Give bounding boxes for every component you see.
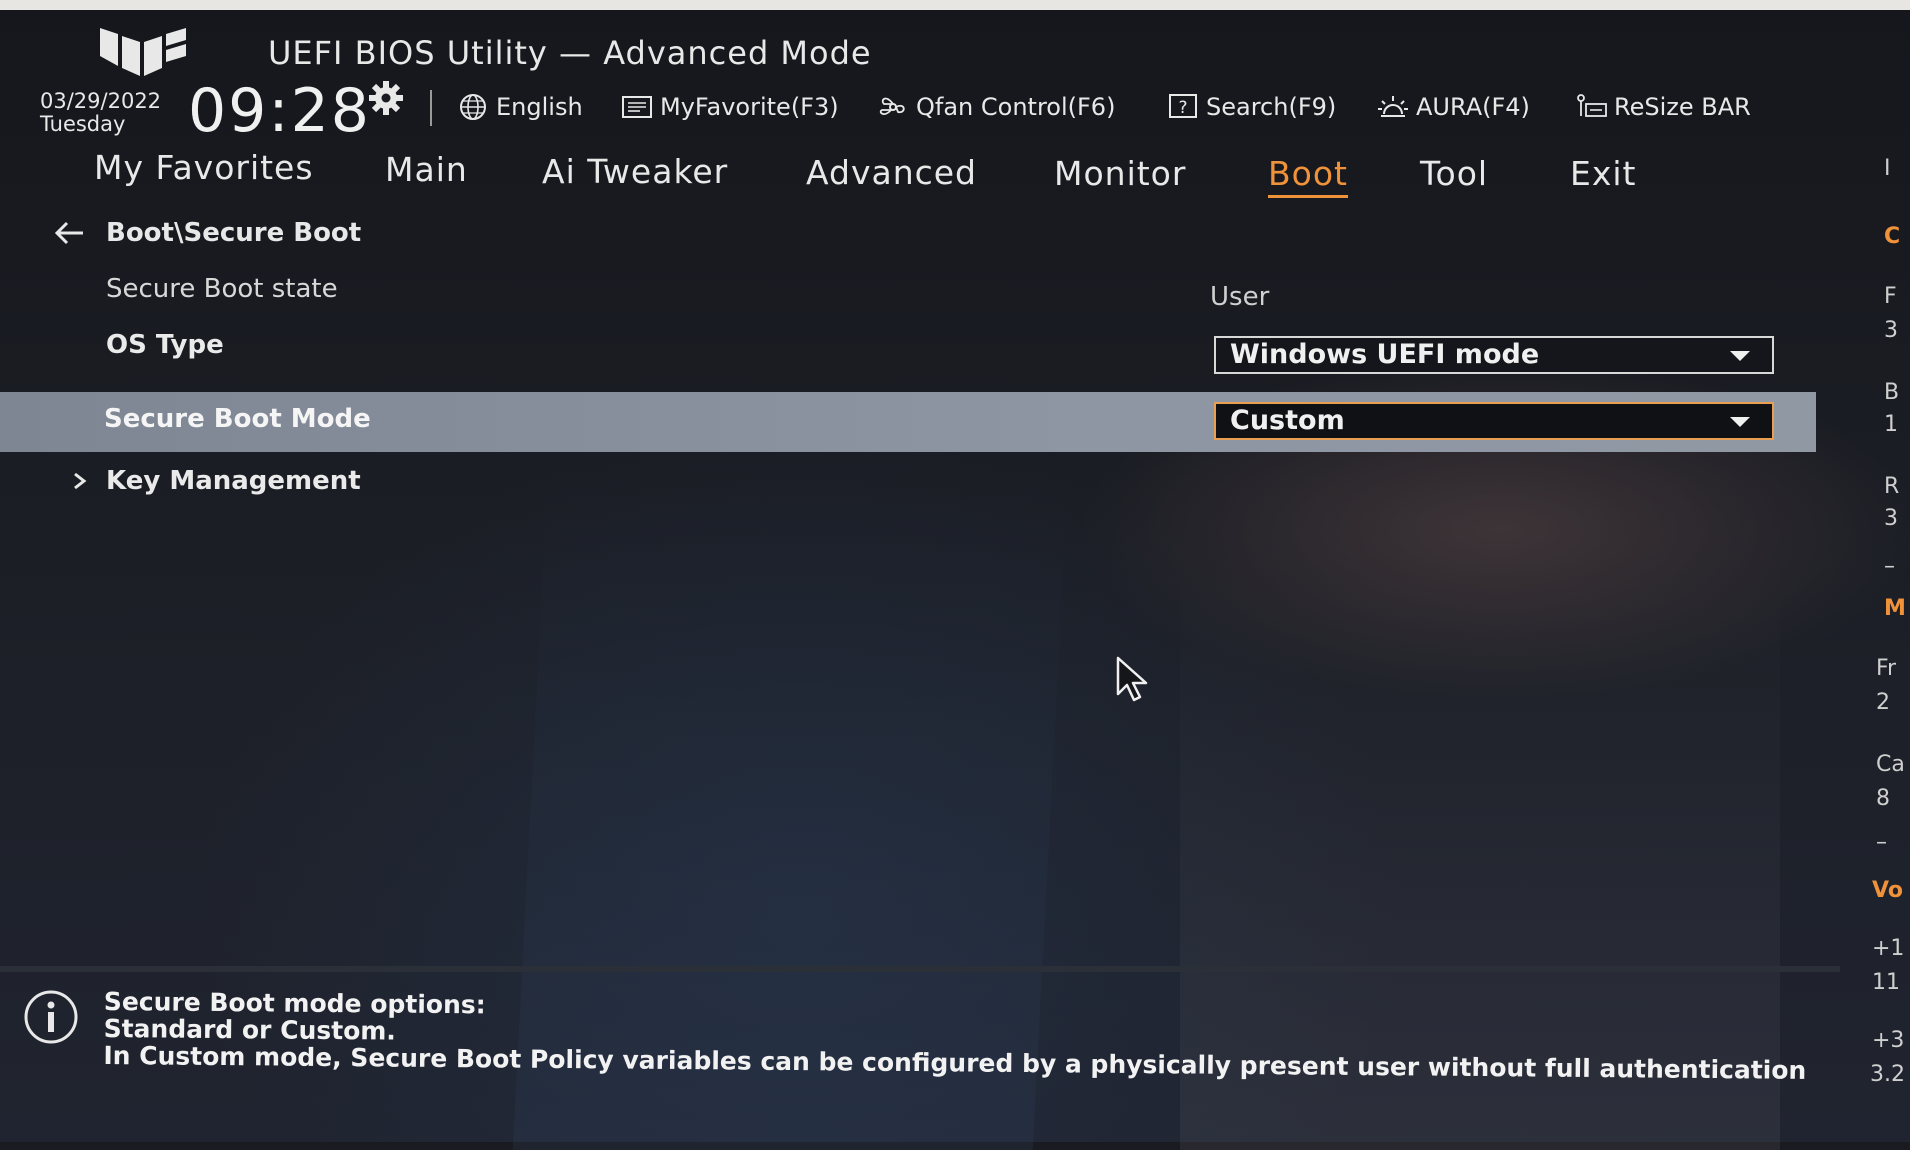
right-panel-char: –	[1884, 554, 1895, 579]
right-panel-char: Fr	[1876, 656, 1897, 681]
right-panel-char: +1	[1872, 936, 1905, 961]
secure-boot-mode-dropdown[interactable]: Custom	[1214, 402, 1774, 440]
key-management-item[interactable]: Key Management	[106, 466, 361, 496]
os-type-dropdown[interactable]: Windows UEFI mode	[1214, 336, 1774, 374]
right-panel-char: Vo	[1872, 878, 1903, 903]
qfan-control-button[interactable]: Qfan Control(F6)	[876, 92, 1115, 122]
right-panel-char: B	[1884, 380, 1900, 405]
tab-tool[interactable]: Tool	[1420, 154, 1488, 193]
right-panel-char: 3	[1884, 506, 1898, 531]
right-panel-char: 2	[1876, 690, 1890, 715]
right-panel-char: M	[1884, 596, 1906, 621]
right-panel-char: 3.2	[1870, 1062, 1905, 1087]
search-question-icon: ?	[1169, 94, 1197, 118]
help-description: Secure Boot mode options: Standard or Cu…	[103, 987, 1807, 1085]
chevron-down-icon	[1730, 351, 1750, 361]
tab-main[interactable]: Main	[385, 150, 468, 189]
secure-boot-state-label: Secure Boot state	[106, 274, 338, 304]
right-panel-char: I	[1884, 156, 1891, 181]
right-panel-char: C	[1884, 224, 1901, 249]
hardware-monitor-panel-clipped: I C F 3 B 1 R 3 – M Fr 2 Ca 8 – Vo +1 11…	[1870, 140, 1910, 1140]
right-panel-char: R	[1884, 474, 1900, 499]
clock-time: 09:28	[188, 76, 371, 146]
gear-icon[interactable]	[368, 80, 404, 116]
resize-bar-button[interactable]: ReSize BAR	[1574, 92, 1751, 122]
myfavorite-label: MyFavorite(F3)	[660, 93, 839, 121]
aura-light-icon	[1378, 96, 1408, 117]
info-icon	[24, 990, 78, 1044]
right-panel-char: +3	[1872, 1028, 1905, 1053]
chevron-down-icon	[1730, 417, 1750, 427]
os-type-label: OS Type	[106, 330, 224, 360]
tab-boot[interactable]: Boot	[1268, 154, 1348, 198]
favorite-list-icon	[622, 96, 652, 118]
aura-button[interactable]: AURA(F4)	[1376, 92, 1530, 122]
mouse-cursor-icon	[1116, 656, 1148, 702]
myfavorite-button[interactable]: MyFavorite(F3)	[620, 92, 839, 122]
tab-ai-tweaker[interactable]: Ai Tweaker	[542, 152, 728, 191]
aura-label: AURA(F4)	[1416, 93, 1530, 121]
tuf-logo-icon	[100, 28, 186, 76]
svg-text:?: ?	[1178, 98, 1187, 118]
right-panel-char: 3	[1884, 318, 1898, 343]
breadcrumb: Boot\Secure Boot	[106, 218, 362, 248]
search-button[interactable]: ? Search(F9)	[1166, 92, 1336, 122]
resize-bar-icon	[1577, 94, 1607, 117]
app-title: UEFI BIOS Utility — Advanced Mode	[268, 34, 872, 72]
language-button[interactable]: English	[456, 92, 583, 122]
globe-icon	[460, 94, 486, 120]
back-arrow-icon[interactable]	[52, 218, 86, 248]
header-divider	[430, 90, 432, 126]
qfan-label: Qfan Control(F6)	[916, 93, 1116, 121]
os-type-value: Windows UEFI mode	[1230, 339, 1540, 370]
right-panel-char: 1	[1884, 412, 1898, 437]
right-panel-char: F	[1884, 284, 1897, 309]
right-panel-char: Ca	[1876, 752, 1905, 777]
help-divider	[0, 966, 1840, 972]
right-panel-char: 8	[1876, 786, 1890, 811]
resize-bar-label: ReSize BAR	[1614, 93, 1751, 121]
right-panel-char: 11	[1872, 970, 1900, 995]
date-text: 03/29/2022	[40, 89, 162, 113]
date-display: 03/29/2022 Tuesday	[40, 90, 161, 136]
right-panel-char: –	[1876, 830, 1887, 855]
fan-icon	[879, 97, 905, 115]
tab-advanced[interactable]: Advanced	[806, 153, 977, 192]
tab-my-favorites[interactable]: My Favorites	[94, 148, 314, 187]
secure-boot-mode-label: Secure Boot Mode	[104, 404, 371, 434]
tab-monitor[interactable]: Monitor	[1054, 154, 1186, 193]
secure-boot-mode-value: Custom	[1230, 405, 1345, 436]
search-label: Search(F9)	[1206, 93, 1337, 121]
secure-boot-state-value: User	[1210, 282, 1270, 312]
language-label: English	[496, 93, 583, 121]
top-bezel-strip	[0, 0, 1910, 10]
tab-exit[interactable]: Exit	[1570, 154, 1637, 193]
weekday-text: Tuesday	[40, 112, 126, 136]
chevron-right-icon	[74, 472, 87, 490]
